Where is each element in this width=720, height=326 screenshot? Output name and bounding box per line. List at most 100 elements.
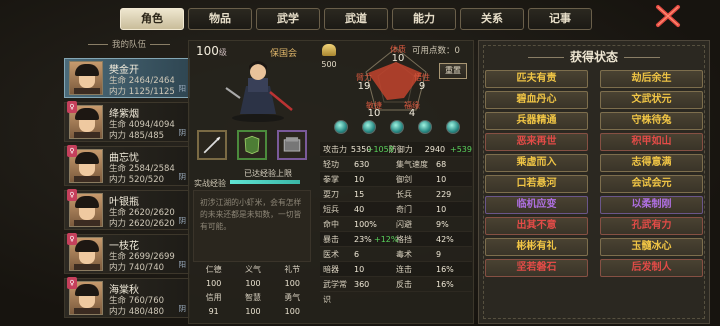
stat-value: 9	[436, 250, 442, 259]
close-icon[interactable]	[655, 4, 681, 28]
stat-label: 连击	[396, 265, 412, 274]
status-badge[interactable]: 后发制人	[600, 259, 703, 277]
spear-icon	[203, 136, 221, 154]
stat-value: 68	[436, 160, 447, 169]
stat-label: 拳掌	[323, 175, 339, 184]
exp-bar	[230, 180, 300, 184]
status-badge[interactable]: 积甲如山	[600, 133, 703, 151]
orb-icon[interactable]	[334, 120, 348, 134]
female-icon: ♀	[67, 277, 77, 289]
stat-row: 拳掌 10 御剑 10	[320, 172, 472, 187]
member-mp: 内力 485/485	[109, 131, 165, 141]
stat-row: 武学常识 360 反击 16%	[320, 277, 472, 304]
member-mp: 内力 520/520	[109, 175, 165, 185]
combat-stats-table: 攻击力 5350 +1058 防御力 2940 +539 轻功 630 集气速度 68 拳掌 10 御剑…	[320, 142, 472, 304]
tab-items[interactable]: 物品	[188, 8, 252, 30]
stat-row: 攻击力 5350 +1058 防御力 2940 +539	[320, 142, 472, 157]
skill-slot-spear[interactable]	[197, 130, 227, 160]
status-badge[interactable]: 孔武有力	[600, 217, 703, 235]
tab-relations[interactable]: 关系	[460, 8, 524, 30]
stat-label: 奇门	[396, 205, 412, 214]
attr-label: 智慧	[244, 293, 261, 302]
status-badge[interactable]: 彬彬有礼	[485, 238, 588, 256]
radar-value-agility: 10	[367, 108, 381, 119]
status-badge[interactable]: 玉髓冰心	[600, 238, 703, 256]
status-badge[interactable]: 会试会元	[600, 175, 703, 193]
stat-value: 10	[354, 265, 365, 274]
stat-label: 暴击	[323, 235, 339, 244]
orb-icon[interactable]	[418, 120, 432, 134]
stat-row: 轻功 630 集气速度 68	[320, 157, 472, 172]
status-badge[interactable]: 守株待兔	[600, 112, 703, 130]
status-badge[interactable]: 临机应变	[485, 196, 588, 214]
roster-member[interactable]: 樊金开 生命 2464/2464 内力 1125/1125 阳	[64, 58, 190, 98]
status-badge[interactable]: 匹夫有责	[485, 70, 588, 88]
status-badge[interactable]: 出其不意	[485, 217, 588, 235]
stat-value: 229	[436, 190, 452, 199]
stat-value: 40	[354, 205, 365, 214]
tab-bar: 角色 物品 武学 武道 能力 关系 记事	[120, 8, 592, 30]
points-counter: 500	[318, 44, 340, 69]
stat-value: 2940	[424, 145, 446, 154]
skill-slots	[197, 130, 307, 160]
stat-label: 闪避	[396, 220, 412, 229]
radar-value-fortune: 4	[408, 108, 416, 119]
potential-value: 500	[321, 60, 337, 69]
roster-member[interactable]: ♀ 一枝花 生命 2699/2699 内力 740/740 阳	[64, 233, 190, 274]
stat-label: 轻功	[323, 160, 339, 169]
roster-member[interactable]: ♀ 绛紫烟 生命 4094/4094 内力 485/485 阴	[64, 101, 190, 142]
member-mp: 内力 740/740	[109, 263, 165, 273]
tab-journal[interactable]: 记事	[528, 8, 592, 30]
avatar	[69, 61, 103, 95]
stat-value: 100%	[354, 220, 377, 229]
member-yinyang: 阴	[178, 128, 187, 137]
tab-abilities[interactable]: 能力	[392, 8, 456, 30]
exp-bar-fill	[230, 180, 300, 184]
stat-value: 10	[436, 205, 447, 214]
status-badge[interactable]: 恶来再世	[485, 133, 588, 151]
reset-button[interactable]: 重置	[439, 63, 467, 79]
stat-label: 耍刀	[323, 190, 339, 199]
status-badge[interactable]: 志得意满	[600, 154, 703, 172]
status-badge[interactable]: 劫后余生	[600, 70, 703, 88]
level-label: 100级	[196, 44, 227, 58]
stat-label: 武学常识	[323, 280, 347, 304]
roster-member[interactable]: ♀ 曲忘忧 生命 2584/2584 内力 520/520 阴	[64, 145, 190, 186]
stat-value: 16%	[436, 265, 454, 274]
status-badge[interactable]: 坚若磐石	[485, 259, 588, 277]
tab-martial-way[interactable]: 武道	[324, 8, 388, 30]
hero-figure	[225, 61, 293, 122]
member-yinyang: 阴	[178, 304, 187, 313]
stat-row: 耍刀 15 长兵 229	[320, 187, 472, 202]
orb-icon[interactable]	[390, 120, 404, 134]
roster-member[interactable]: ♀ 叶银瓶 生命 2620/2620 内力 2620/2620 阴	[64, 189, 190, 230]
level-unit: 级	[218, 48, 227, 57]
stat-label: 集气速度	[396, 160, 428, 169]
status-badge[interactable]: 以柔制刚	[600, 196, 703, 214]
roster-member[interactable]: ♀ 海棠秋 生命 760/760 内力 480/480 阴	[64, 277, 190, 318]
status-badge[interactable]: 碧血丹心	[485, 91, 588, 109]
status-badge-grid: 匹夫有责 劫后余生 碧血丹心 文武状元 兵器精通 守株待兔 恶来再世 积甲如山 乘虚而入 志得意满…	[485, 70, 703, 277]
stat-label: 暗器	[323, 265, 339, 274]
tab-character[interactable]: 角色	[120, 8, 184, 30]
potential-icon	[322, 44, 336, 56]
status-badge[interactable]: 乘虚而入	[485, 154, 588, 172]
orb-icon[interactable]	[446, 120, 460, 134]
stat-row: 命中 100% 闪避 9%	[320, 217, 472, 232]
skill-slot-book[interactable]	[277, 130, 307, 160]
status-badge[interactable]: 兵器精通	[485, 112, 588, 130]
attr-value: 100	[284, 307, 300, 316]
tab-martial-arts[interactable]: 武学	[256, 8, 320, 30]
status-badge[interactable]: 文武状元	[600, 91, 703, 109]
meridian-orbs	[334, 120, 460, 134]
stat-label: 格挡	[396, 235, 412, 244]
stat-value: 42%	[436, 235, 454, 244]
attr-value: 91	[208, 307, 219, 316]
orb-icon[interactable]	[362, 120, 376, 134]
stat-value: 10	[436, 175, 447, 184]
attr-value: 100	[206, 279, 222, 288]
status-badge[interactable]: 口若悬河	[485, 175, 588, 193]
stat-label: 御剑	[396, 175, 412, 184]
skill-slot-armor[interactable]	[237, 130, 267, 160]
attr-value: 100	[284, 279, 300, 288]
